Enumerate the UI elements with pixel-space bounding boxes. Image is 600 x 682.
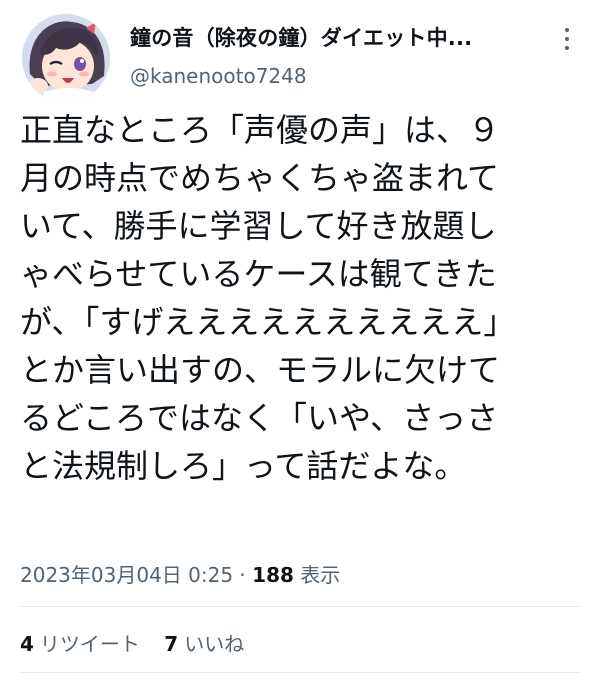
timestamp[interactable]: 2023年03月04日 0:25 <box>20 563 233 587</box>
tweet-line: が、「すげええええええええええ」 <box>20 303 516 341</box>
tweet-line: 月の時点でめちゃくちゃ盗まれて <box>20 159 500 197</box>
tweet-meta: 2023年03月04日 0:25 · 188 表示 <box>20 559 340 588</box>
likes-stat[interactable]: 7 いいね <box>164 632 244 656</box>
more-options-icon[interactable] <box>556 28 578 50</box>
anime-avatar-image <box>22 14 110 102</box>
tweet-line: 正直なところ「声優の声」は、９ <box>20 111 501 149</box>
views-label: 表示 <box>293 563 341 587</box>
tweet-line: とか言い出すの、モラルに欠けて <box>20 351 501 389</box>
avatar[interactable] <box>22 14 110 102</box>
more-dot <box>565 37 569 41</box>
tweet-line: るどころではなく「いや、さっさ <box>20 399 499 437</box>
views-count: 188 <box>252 563 294 587</box>
display-name[interactable]: 鐘の音（除夜の鐘）ダイエット中... <box>130 22 472 52</box>
retweets-count: 4 <box>20 632 34 656</box>
more-dot <box>565 46 569 50</box>
divider <box>20 606 580 607</box>
tweet-line: と法規制しろ」って話だよな。 <box>20 447 467 485</box>
user-handle[interactable]: @kanenooto7248 <box>130 64 307 88</box>
retweets-label: リツイート <box>39 632 140 656</box>
tweet-line: ゃべらせているケースは観てきた <box>20 255 497 293</box>
more-dot <box>565 28 569 32</box>
divider <box>20 672 580 673</box>
tweet-line: いて、勝手に学習して好き放題し <box>20 207 497 245</box>
likes-count: 7 <box>164 632 179 656</box>
likes-label: いいね <box>184 632 245 656</box>
tweet-text: 正直なところ「声優の声」は、９ 月の時点でめちゃくちゃ盗まれて いて、勝手に学習… <box>20 106 580 490</box>
meta-separator: · <box>233 563 253 587</box>
engagement-stats: 4 リツイート 7 いいね <box>20 628 262 657</box>
retweets-stat[interactable]: 4 リツイート <box>20 632 140 656</box>
